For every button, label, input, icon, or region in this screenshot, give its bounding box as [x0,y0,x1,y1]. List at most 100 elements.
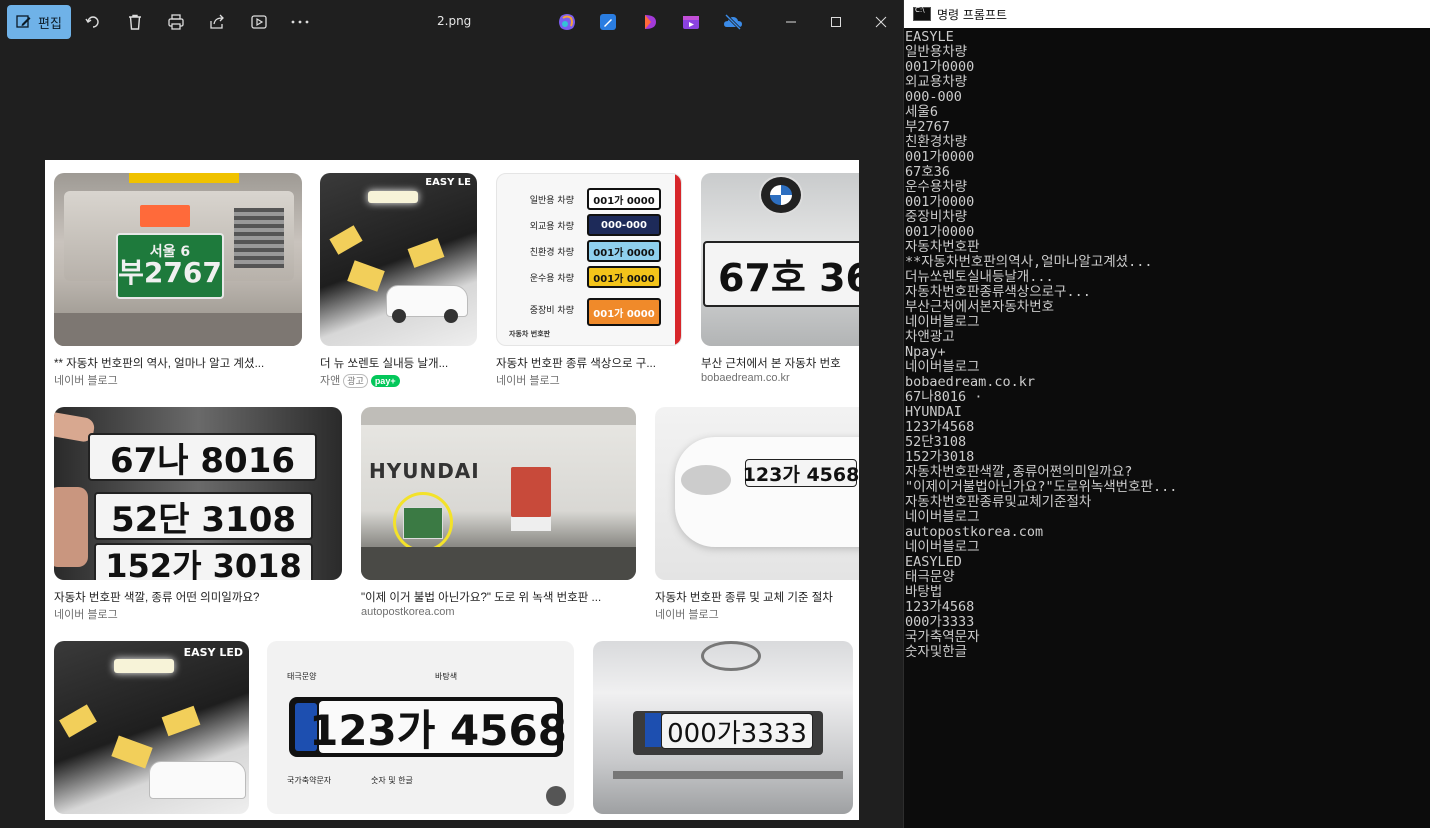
thumbnail-image: 태극문양 바탕색 123가 4568 국가축약문자 숫자 및 한글 [267,641,574,814]
cmd-output-line: **자동차번호판의역사,얼마나알고계셨... [905,254,1153,270]
onedrive-off-icon[interactable] [723,12,743,32]
tile-caption: 부산 근처에서 본 자동차 번호 [701,358,841,370]
more-options-icon[interactable] [288,10,312,34]
cmd-output-line: 네이버블로그 [905,539,980,555]
cmd-output-line: 자동차번호판종류및교체기준절차 [905,494,1092,510]
cmd-output-line: 친환경차량 [905,134,968,150]
plate-type-sample: 001가 0000 [587,298,661,326]
cmd-title: 명령 프롬프트 [937,7,1008,22]
plate-text: 123가 4568 [743,459,859,487]
thumbnail-image: 67나 8016 52단 3108 152가 3018 [54,407,342,580]
cmd-output-line: 부2767 [905,119,950,135]
cmd-output-line: 001가0000 [905,224,975,240]
tile-caption: 자동차 번호판 종류 색상으로 구... [496,358,656,370]
maximize-button[interactable] [821,8,851,36]
image-result-tile[interactable]: 67나 8016 52단 3108 152가 3018 자동차 번호판 색깔, … [54,407,342,622]
minimize-button[interactable] [776,8,806,36]
cmd-output-line: 000가3333 [905,614,975,630]
thumbnail-image: HYUNDAI [361,407,636,580]
cmd-output-line: EASYLED [905,554,962,570]
copilot-icon[interactable] [557,12,577,32]
image-result-tile[interactable]: 67호 36 부산 근처에서 본 자동차 번호 bobaedream.co.kr [701,173,859,388]
image-canvas: 서울 6 부2767 ** 자동차 번호판의 역사, 얼마나 알고 계셨... … [45,160,859,820]
slideshow-icon[interactable] [247,10,271,34]
tile-source: 네이버 블로그 [655,609,719,621]
image-result-tile[interactable]: 123가 4568 자동차 번호판 종류 및 교체 기준 절차 네이버 블로그 [655,407,859,622]
plate-type-label: 중장비 차량 [529,306,574,316]
rotate-icon[interactable] [81,10,105,34]
brand-text: HYUNDAI [369,459,480,483]
designer-icon[interactable] [598,12,618,32]
thumbnail-image: EASY LE [320,173,477,346]
image-result-tile[interactable]: HYUNDAI "이제 이거 불법 아닌가요?" 도로 위 녹색 번호판 ...… [361,407,636,622]
npay-badge: pay+ [370,375,400,387]
cmd-output-line: HYUNDAI [905,404,962,420]
edit-button[interactable]: 편집 [7,5,71,39]
plate-type-label: 운수용 차량 [529,274,574,284]
plate-type-sample: 001가 0000 [587,188,661,210]
plate-type-sample: 001가 0000 [587,240,661,262]
image-result-tile[interactable]: 서울 6 부2767 ** 자동차 번호판의 역사, 얼마나 알고 계셨... … [54,173,302,388]
cmd-output-line: 네이버블로그 [905,359,980,375]
image-result-tile[interactable]: EASY LE 더 뉴 쏘렌토 실내등 날개... 자앤 광고 pay+ [320,173,477,388]
advertiser-name: 자앤 [320,375,341,387]
cmd-output-line: Npay+ [905,344,946,360]
edit-icon [16,15,31,28]
thumbnail-image: 67호 36 [701,173,859,346]
tile-caption: ** 자동차 번호판의 역사, 얼마나 알고 계셨... [54,358,265,370]
movie-maker-icon[interactable] [681,12,701,32]
tile-caption: 자동차 번호판 종류 및 교체 기준 절차 [655,592,833,604]
edit-label: 편집 [38,16,62,32]
cmd-output-line: 자동차번호판종류색상으로구... [905,284,1091,300]
cmd-title-bar: 명령 프롬프트 [904,0,1430,28]
cmd-output-line: 국가축역문자 [905,629,980,645]
terminal-icon [913,6,931,21]
clipchamp-icon[interactable] [640,12,660,32]
cmd-output-line: 네이버블로그 [905,314,980,330]
close-button[interactable] [866,8,896,36]
cmd-output-line: 중장비차량 [905,209,968,225]
brand-text: EASY LED [183,646,243,659]
image-result-tile[interactable]: 000가3333 [593,641,853,814]
file-title: 2.png [437,14,472,28]
image-result-tile[interactable]: EASY LED [54,641,249,814]
cmd-output[interactable]: EASYLE 일반용차량 001가0000 외교용차량 000-000 세울6 부2767 친… [905,30,1430,828]
cmd-output-line: 부산근처에서본자동차번호 [905,299,1055,315]
thumbnail-image: 일반용 차량 001가 0000 외교용 차량 000-000 친환경 차량 001가 0… [496,173,682,346]
command-prompt-window: 명령 프롬프트 EASYLE일반용차량001가0000외교용차량000-000세… [904,0,1430,828]
cmd-output-line: 차앤광고 [905,329,955,345]
plate-text: 000가3333 [661,713,813,749]
cmd-output-line: 000-000 [905,89,962,105]
image-result-tile[interactable]: 일반용 차량 001가 0000 외교용 차량 000-000 친환경 차량 001가 0… [496,173,682,388]
cmd-output-line: 123가4568 [905,419,975,435]
cmd-output-line: 001가0000 [905,149,975,165]
cmd-output-line: 자동차번호판색깔,종류어쩐의미일까요? [905,464,1133,480]
tile-source: bobaedream.co.kr [701,372,790,384]
cmd-output-line: 일반용차량 [905,44,968,60]
cmd-output-line: 123가4568 [905,599,975,615]
cmd-output-line: 001가0000 [905,59,975,75]
cmd-output-line: 세울6 [905,104,938,120]
print-icon[interactable] [164,10,188,34]
plate-type-sample: 001가 0000 [587,266,661,288]
cmd-output-line: 152가3018 [905,449,975,465]
cmd-output-line: 숫자및한글 [905,644,968,660]
footer-label: 자동차 번호판 [509,330,551,338]
tile-source: autopostkorea.com [361,606,455,618]
cmd-output-line: autopostkorea.com [905,524,1044,540]
cmd-output-line: bobaedream.co.kr [905,374,1036,390]
plate-text-line2: 부2767 [118,256,222,289]
ad-badge: 광고 [343,374,368,388]
delete-icon[interactable] [123,10,147,34]
image-result-tile[interactable]: 태극문양 바탕색 123가 4568 국가축약문자 숫자 및 한글 [267,641,574,814]
tile-caption: 자동차 번호판 색깔, 종류 어떤 의미일까요? [54,592,260,604]
cmd-output-line: "이제이거불법아닌가요?"도로위녹색번호판... [905,479,1178,495]
plate-text: 123가 4568 [309,701,567,755]
thumbnail-image: 서울 6 부2767 [54,173,302,346]
thumbnail-image: 123가 4568 [655,407,859,580]
plate-type-label: 일반용 차량 [529,196,574,206]
share-icon[interactable] [205,10,229,34]
plate-text: 52단 3108 [94,492,313,540]
diagram-label: 바탕색 [435,672,458,681]
plate-text: 152가 3018 [94,543,313,580]
